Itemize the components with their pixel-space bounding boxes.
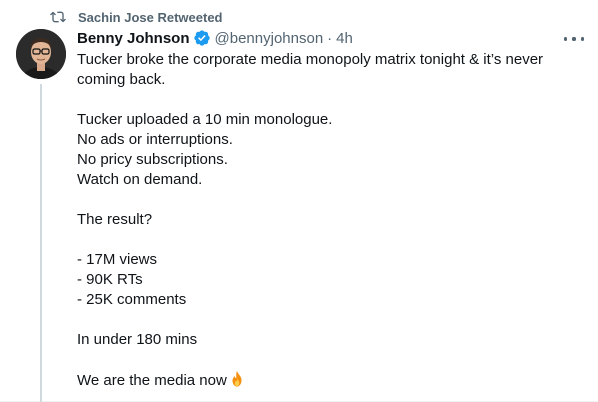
tweet-line [77, 230, 572, 250]
tweet-line [77, 310, 572, 330]
tweet-line: We are the media now [77, 372, 227, 389]
tweet-line [77, 190, 572, 210]
thread-line [40, 84, 42, 402]
tweet-line: No ads or interruptions. [77, 131, 233, 148]
more-icon-dot [572, 37, 576, 41]
fire-icon [228, 370, 246, 388]
tweet-header: Benny Johnson @bennyjohnson · 4h [77, 28, 586, 48]
timestamp[interactable]: 4h [336, 30, 353, 47]
tweet-line: - 25K comments [77, 291, 187, 308]
tweet-line: - 17M views [77, 251, 158, 268]
tweet-line: Tucker broke the corporate media monopol… [77, 51, 544, 68]
tweet-line: The result? [77, 211, 153, 228]
tweet-line: Tucker uploaded a 10 min monologue. [77, 111, 333, 128]
author-name[interactable]: Benny Johnson [77, 30, 190, 47]
separator-dot: · [327, 29, 333, 47]
tweet-line: Watch on demand. [77, 171, 203, 188]
retweet-icon [50, 9, 66, 25]
tweet-text: Tucker broke the corporate media monopol… [77, 50, 572, 390]
tweet-line [77, 350, 572, 370]
tweet[interactable]: Sachin Jose Retweeted Benny Johnson @ben… [0, 0, 598, 402]
tweet-line: coming back. [77, 71, 166, 88]
social-context-label[interactable]: Sachin Jose Retweeted [78, 10, 223, 25]
social-context[interactable]: Sachin Jose Retweeted [50, 9, 223, 25]
more-button[interactable] [564, 30, 584, 48]
verified-icon[interactable] [193, 29, 211, 47]
tweet-last-line: We are the media now [77, 370, 572, 390]
avatar[interactable] [16, 29, 66, 79]
author-handle[interactable]: @bennyjohnson [215, 30, 324, 47]
tweet-line: No pricy subscriptions. [77, 151, 228, 168]
tweet-line [77, 90, 572, 110]
more-icon [564, 37, 568, 41]
more-icon-dot [580, 37, 584, 41]
tweet-line: - 90K RTs [77, 271, 143, 288]
tweet-line: In under 180 mins [77, 331, 198, 348]
